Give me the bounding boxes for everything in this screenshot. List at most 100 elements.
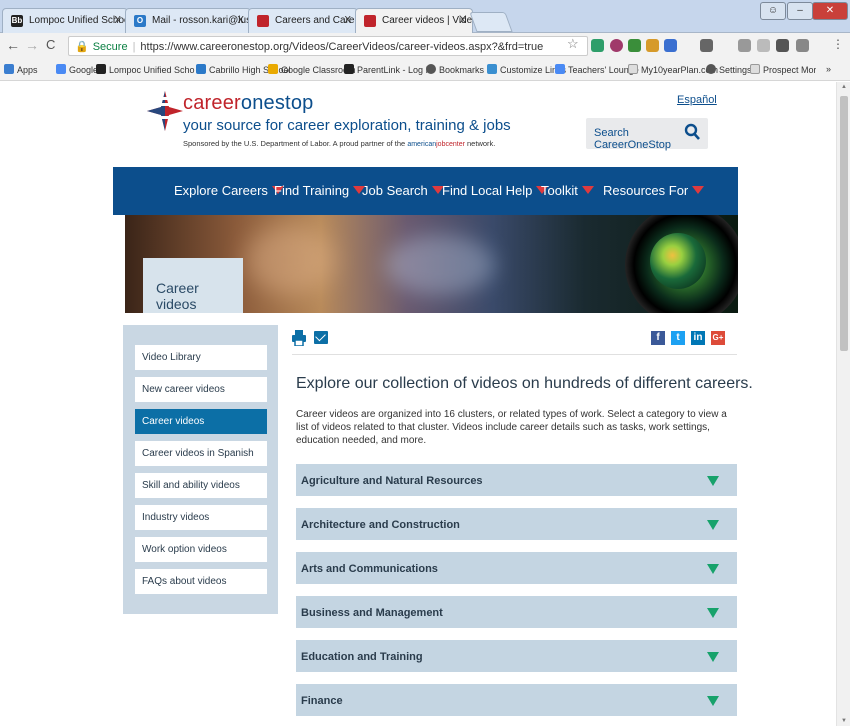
extension-icon[interactable] — [700, 39, 713, 52]
facebook-icon[interactable]: f — [651, 331, 665, 345]
minimize-button[interactable]: – — [787, 2, 813, 20]
sidebar-item-career-videos-spanish[interactable]: Career videos in Spanish — [135, 441, 267, 466]
page-icon — [628, 64, 638, 74]
bookmarks-overflow-button[interactable]: » — [826, 64, 831, 74]
sidebar-item-career-videos[interactable]: Career videos — [135, 409, 267, 434]
grid-icon — [487, 64, 497, 74]
careeronestop-favicon-icon — [364, 15, 376, 27]
close-icon[interactable]: X — [114, 15, 121, 26]
scroll-down-icon[interactable]: ▼ — [841, 718, 847, 724]
url-input[interactable]: 🔒 Secure | https://www.careeronestop.org/Vi… — [68, 36, 588, 56]
expand-triangle-icon — [707, 608, 719, 618]
page-scrollbar[interactable]: ▲ ▼ — [836, 82, 850, 726]
new-tab-button[interactable] — [469, 12, 513, 32]
scroll-up-icon[interactable]: ▲ — [841, 84, 847, 90]
espanol-link[interactable]: Español — [677, 94, 717, 106]
careeronestop-favicon-icon — [257, 15, 269, 27]
bookmark-my10yearplan[interactable]: My10yearPlan.com — [628, 64, 718, 75]
cluster-accordion[interactable]: Business and Management — [296, 596, 737, 628]
close-window-button[interactable]: ✕ — [812, 2, 848, 20]
extension-icon[interactable] — [646, 39, 659, 52]
bookmark-teachers-lounge[interactable]: Teachers' Lounge — [555, 64, 639, 75]
sidebar-item-skill-ability-videos[interactable]: Skill and ability videos — [135, 473, 267, 498]
classroom-icon — [268, 64, 278, 74]
browser-tab-mail[interactable]: O Mail - rosson.kari@lusd. X — [125, 8, 251, 34]
extension-icon[interactable] — [738, 39, 751, 52]
expand-triangle-icon — [707, 476, 719, 486]
expand-triangle-icon — [707, 520, 719, 530]
address-bar: ← → C 🔒 Secure | https://www.careeronestop.… — [0, 33, 850, 59]
bookmarks-bar: Apps Google Lompoc Unified Scho Cabrillo… — [0, 59, 850, 81]
divider — [292, 354, 737, 355]
expand-triangle-icon — [707, 652, 719, 662]
extension-icon[interactable] — [664, 39, 677, 52]
browser-tab-lompoc[interactable]: Bb Lompoc Unified School X — [2, 8, 128, 34]
bookmark-prospect[interactable]: Prospect Mortgage — [750, 64, 816, 75]
cluster-accordion[interactable]: Finance — [296, 684, 737, 716]
scrollbar-thumb[interactable] — [840, 96, 848, 351]
extension-icon[interactable] — [610, 39, 623, 52]
page-icon — [750, 64, 760, 74]
cluster-accordion[interactable]: Arts and Communications — [296, 552, 737, 584]
nav-job-search[interactable]: Job Search — [362, 183, 444, 198]
close-icon[interactable]: X — [237, 15, 244, 26]
user-profile-button[interactable]: ☺ — [760, 2, 786, 20]
browser-tab-strip: Bb Lompoc Unified School X O Mail - ross… — [0, 0, 850, 34]
cluster-accordion[interactable]: Architecture and Construction — [296, 508, 737, 540]
site-search-button[interactable]: Search CareerOneStop — [586, 118, 708, 151]
tab-label: Lompoc Unified School — [29, 15, 128, 26]
print-icon[interactable] — [292, 330, 306, 346]
browser-tab-careers-info[interactable]: Careers and Career Infor X — [248, 8, 358, 34]
nav-resources-for[interactable]: Resources For — [603, 183, 705, 198]
forward-icon[interactable]: → — [25, 37, 39, 53]
menu-icon[interactable]: ⋮ — [832, 37, 844, 51]
blackboard-icon — [96, 64, 106, 74]
bookmark-bookmarks[interactable]: Bookmarks — [426, 64, 484, 75]
gear-icon — [706, 64, 716, 74]
nav-find-training[interactable]: Find Training — [274, 183, 366, 198]
bookmark-star-icon[interactable]: ☆ — [567, 36, 579, 52]
sidebar-item-new-career-videos[interactable]: New career videos — [135, 377, 267, 402]
bookmark-classroom[interactable]: Google Classroom — [268, 64, 356, 75]
sidebar-item-industry-videos[interactable]: Industry videos — [135, 505, 267, 530]
american-job-center-logo[interactable]: americanjobcenter — [407, 141, 465, 148]
bookmark-settings[interactable]: Settings — [706, 64, 752, 75]
email-icon[interactable] — [314, 331, 328, 344]
bookmark-lompoc[interactable]: Lompoc Unified Scho — [96, 64, 195, 75]
close-icon[interactable]: X — [344, 15, 351, 26]
extension-icon[interactable] — [591, 39, 604, 52]
extension-icon[interactable] — [757, 39, 770, 52]
bookmark-google[interactable]: Google — [56, 64, 98, 75]
page-viewport: careeronestop your source for career exp… — [0, 82, 836, 726]
nav-find-local-help[interactable]: Find Local Help — [442, 183, 549, 198]
linkedin-icon[interactable]: in — [691, 331, 705, 345]
twitter-icon[interactable]: t — [671, 331, 685, 345]
nav-toolkit[interactable]: Toolkit — [541, 183, 594, 198]
apps-grid-icon — [4, 64, 14, 74]
bookmark-apps[interactable]: Apps — [4, 64, 38, 75]
cluster-accordion[interactable]: Education and Training — [296, 640, 737, 672]
close-icon[interactable]: X — [459, 15, 466, 26]
google-icon — [56, 64, 66, 74]
cabrillo-icon — [196, 64, 206, 74]
brand-wordmark[interactable]: careeronestop — [183, 92, 313, 115]
bookmark-parentlink[interactable]: ParentLink - Log In — [344, 64, 433, 75]
sidebar-item-video-library[interactable]: Video Library — [135, 345, 267, 370]
expand-triangle-icon — [707, 564, 719, 574]
cluster-accordion[interactable]: Agriculture and Natural Resources — [296, 464, 737, 496]
sidebar-item-work-option-videos[interactable]: Work option videos — [135, 537, 267, 562]
reload-icon[interactable]: C — [46, 37, 55, 52]
main-navigation: Explore Careers Find Training Job Search… — [113, 167, 738, 215]
sidebar-item-faqs-videos[interactable]: FAQs about videos — [135, 569, 267, 594]
googleplus-icon[interactable]: G+ — [711, 331, 725, 345]
browser-tab-career-videos[interactable]: Career videos | Videos | C X — [355, 8, 473, 34]
careeronestop-logo-icon[interactable] — [145, 89, 185, 133]
outlook-icon: O — [134, 15, 146, 27]
dropdown-triangle-icon — [692, 186, 705, 194]
nav-explore-careers[interactable]: Explore Careers — [174, 183, 284, 198]
extension-icon[interactable] — [628, 39, 641, 52]
extension-icon[interactable] — [776, 39, 789, 52]
site-tagline: your source for career exploration, trai… — [183, 117, 511, 134]
extension-icon[interactable] — [796, 39, 809, 52]
back-icon[interactable]: ← — [6, 37, 20, 53]
